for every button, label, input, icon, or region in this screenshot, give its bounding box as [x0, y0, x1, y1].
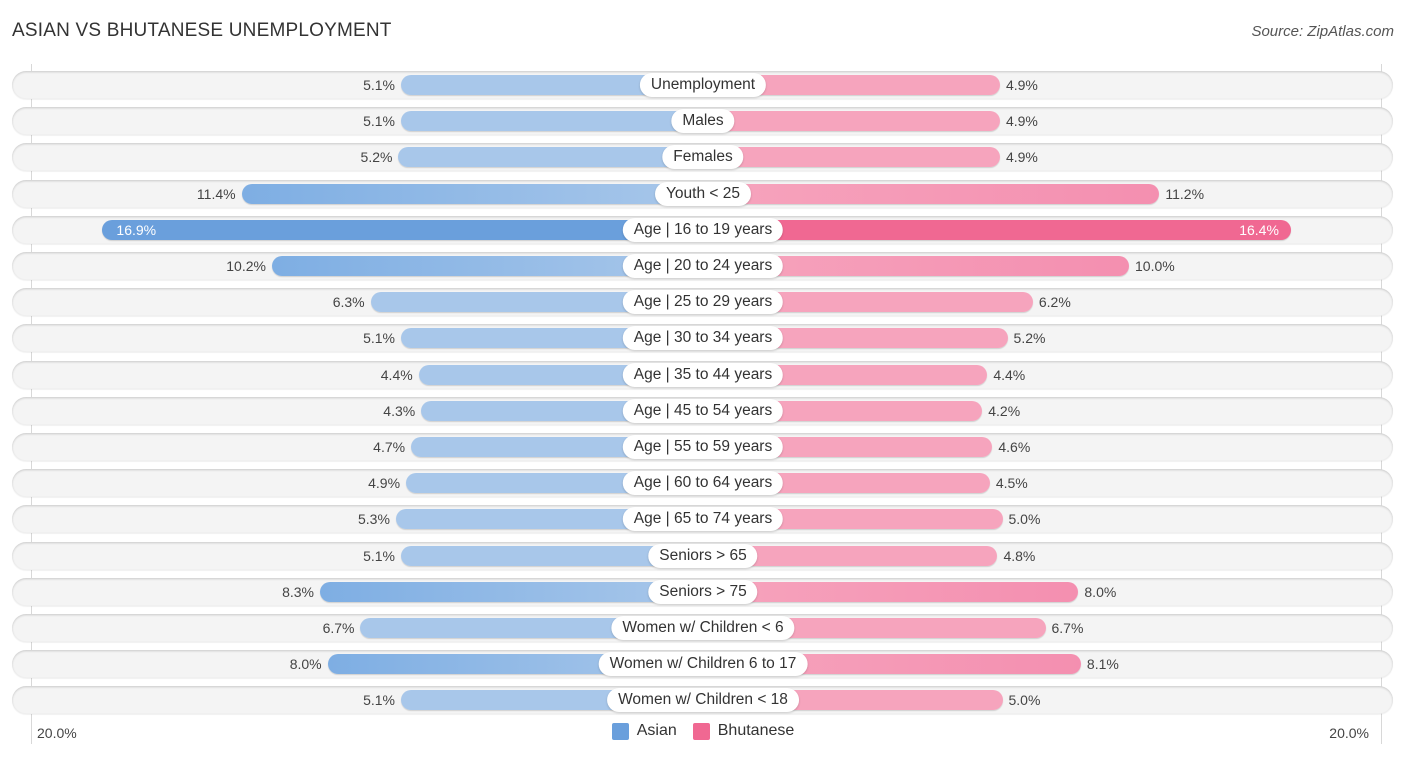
asian-value-label: 4.7% [373, 439, 406, 455]
asian-bar[interactable] [398, 147, 703, 168]
category-label: Age | 25 to 29 years [622, 290, 784, 315]
asian-value-label: 10.2% [226, 258, 266, 274]
bhutanese-value-label: 5.0% [1008, 511, 1041, 528]
legend-label-asian: Asian [636, 722, 677, 739]
diverging-bar-chart: 5.1% 4.9% Unemployment 5.1% 4.9% Males 5.2% 4.9… [0, 0, 1406, 757]
asian-bar[interactable] [400, 111, 703, 132]
bhutanese-value-label: 5.2% [1013, 330, 1046, 347]
asian-value-label: 6.3% [332, 294, 365, 311]
asian-value-label: 8.0% [289, 656, 322, 673]
asian-bar[interactable] [320, 581, 703, 602]
bhutanese-bar[interactable] [703, 147, 1000, 168]
bhutanese-value-label: 10.0% [1135, 258, 1175, 274]
bhutanese-value-label: 8.0% [1084, 583, 1117, 600]
bhutanese-bar[interactable] [703, 581, 1079, 602]
bhutanese-value-label: 8.1% [1086, 656, 1119, 673]
category-label: Unemployment [639, 73, 767, 97]
legend-label-bhutanese: Bhutanese [717, 722, 795, 739]
category-label: Women w/ Children < 18 [607, 688, 799, 713]
asian-value-label: 5.1% [363, 77, 395, 93]
asian-bar[interactable] [102, 219, 703, 240]
asian-value-label: 5.3% [358, 511, 390, 528]
asian-value-label: 5.1% [363, 330, 395, 347]
asian-value-label: 6.7% [322, 620, 355, 636]
category-label: Age | 20 to 24 years [622, 254, 784, 278]
bhutanese-value-label: 4.8% [1003, 547, 1036, 564]
bhutanese-bar[interactable] [703, 111, 1000, 132]
legend-item-asian[interactable]: Asian [611, 722, 677, 740]
legend-swatch-asian [611, 722, 629, 740]
asian-value-label: 5.2% [360, 149, 393, 166]
category-label: Age | 55 to 59 years [622, 435, 784, 459]
asian-value-label: 8.3% [282, 583, 315, 600]
category-label: Seniors > 65 [648, 543, 758, 568]
bhutanese-value-label: 4.2% [988, 402, 1021, 419]
bhutanese-value-label: 4.9% [1005, 149, 1038, 166]
category-label: Females [662, 145, 744, 170]
bhutanese-value-label: 11.2% [1165, 185, 1205, 202]
category-label: Youth < 25 [655, 181, 751, 206]
category-label: Seniors > 75 [648, 579, 758, 604]
category-label: Males [671, 109, 735, 134]
category-label: Age | 65 to 74 years [622, 507, 784, 532]
asian-value-label: 5.1% [363, 113, 395, 130]
category-label: Age | 60 to 64 years [622, 471, 784, 496]
category-label: Age | 35 to 44 years [622, 362, 784, 387]
bhutanese-value-label: 4.5% [995, 475, 1028, 492]
category-label: Age | 45 to 54 years [622, 398, 784, 423]
bhutanese-value-label: 4.4% [993, 366, 1026, 383]
legend-swatch-bhutanese [692, 722, 710, 740]
category-label: Women w/ Children < 6 [611, 616, 795, 640]
asian-value-label: 5.1% [363, 547, 395, 564]
asian-value-label: 16.9% [116, 221, 157, 238]
legend: Asian Bhutanese [0, 722, 1406, 740]
category-label: Women w/ Children 6 to 17 [598, 652, 808, 677]
bhutanese-bar[interactable] [703, 219, 1291, 240]
bhutanese-value-label: 16.4% [1239, 221, 1279, 238]
asian-value-label: 5.1% [363, 692, 395, 709]
asian-bar[interactable] [241, 183, 703, 204]
legend-item-bhutanese[interactable]: Bhutanese [692, 722, 795, 740]
asian-value-label: 11.4% [196, 185, 236, 202]
bhutanese-value-label: 4.9% [1005, 77, 1038, 93]
bhutanese-bar[interactable] [703, 183, 1160, 204]
bhutanese-value-label: 5.0% [1008, 692, 1041, 709]
bhutanese-value-label: 6.2% [1038, 294, 1071, 311]
category-label: Age | 30 to 34 years [622, 326, 784, 351]
asian-value-label: 4.3% [383, 402, 416, 419]
category-label: Age | 16 to 19 years [622, 217, 784, 242]
bhutanese-value-label: 6.7% [1051, 620, 1084, 636]
asian-value-label: 4.4% [380, 366, 413, 383]
asian-value-label: 4.9% [368, 475, 401, 492]
bhutanese-value-label: 4.6% [998, 439, 1031, 455]
bhutanese-value-label: 4.9% [1005, 113, 1038, 130]
